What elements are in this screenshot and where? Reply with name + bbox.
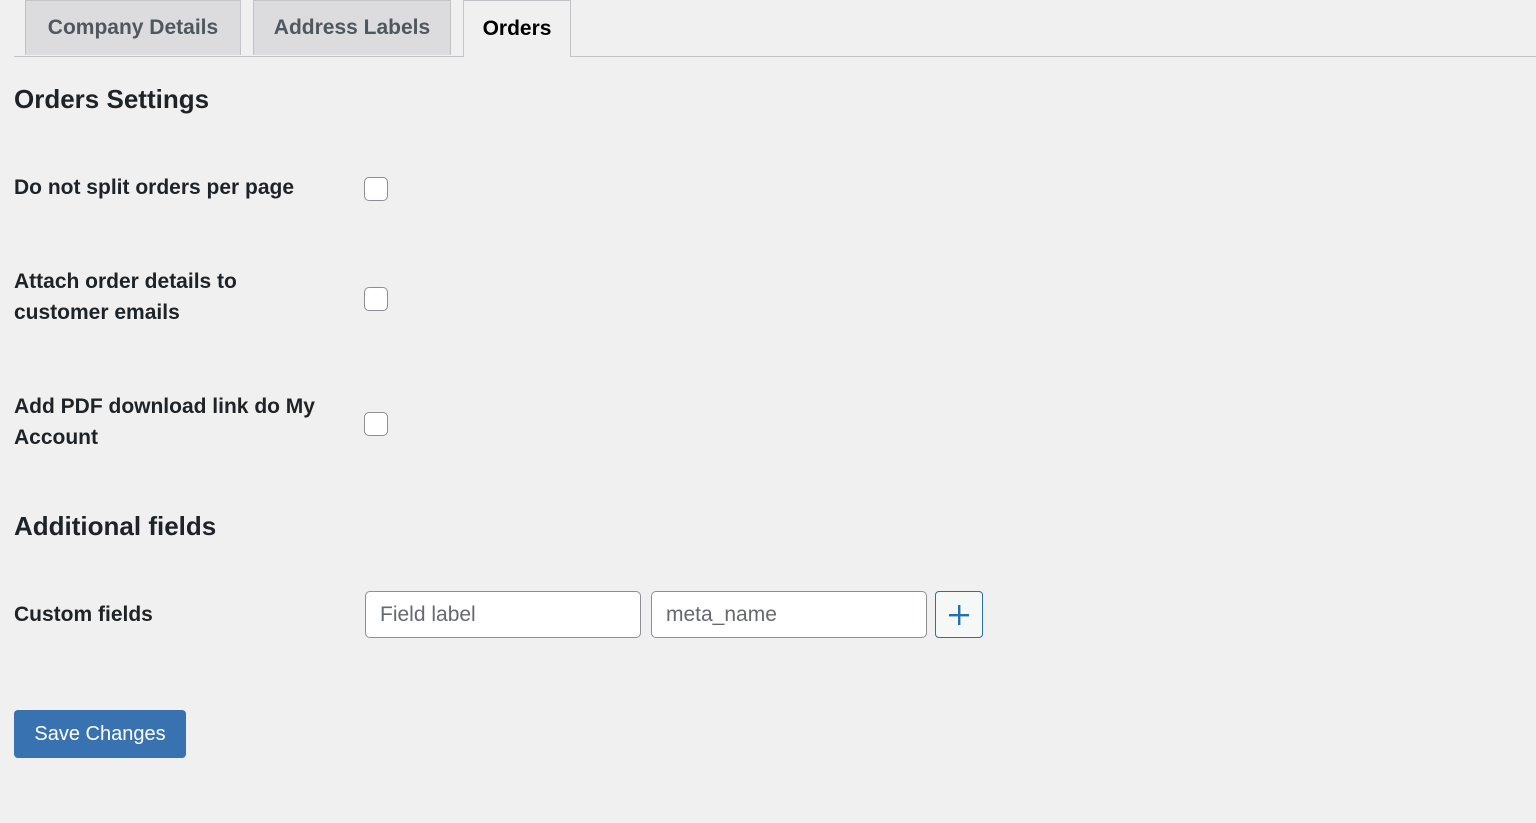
attach-order-details-checkbox[interactable] (364, 287, 388, 311)
orders-settings-heading: Orders Settings (14, 84, 210, 114)
do-not-split-checkbox[interactable] (364, 177, 388, 201)
do-not-split-label: Do not split orders per page (14, 176, 295, 199)
meta-name-input[interactable] (651, 591, 927, 638)
add-custom-field-button[interactable] (935, 591, 983, 638)
additional-fields-heading: Additional fields (14, 511, 217, 541)
attach-order-details-label: Attach order details to customer emails (14, 270, 237, 324)
settings-tabs: Company Details Address Labels Orders (14, 0, 1536, 57)
field-label-input[interactable] (365, 591, 641, 638)
pdf-download-link-checkbox[interactable] (364, 412, 388, 436)
save-changes-button[interactable]: Save Changes (14, 710, 186, 758)
pdf-download-link-label: Add PDF download link do My Account (14, 395, 315, 449)
tab-address-labels[interactable]: Address Labels (253, 0, 451, 55)
custom-fields-label: Custom fields (14, 603, 153, 626)
tab-company-details[interactable]: Company Details (25, 0, 241, 55)
tab-orders[interactable]: Orders (463, 0, 571, 57)
plus-icon (949, 604, 969, 625)
